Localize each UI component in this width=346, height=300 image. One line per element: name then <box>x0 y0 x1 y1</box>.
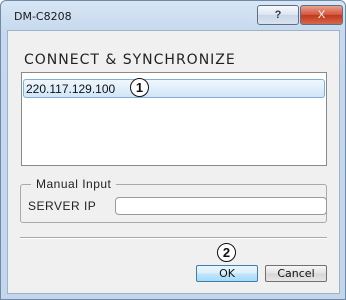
manual-input-legend: Manual Input <box>31 177 117 191</box>
ok-button[interactable]: OK <box>196 265 258 282</box>
server-ip-label: SERVER IP <box>28 199 97 213</box>
list-item-label: 220.117.129.100 <box>26 82 116 96</box>
server-listbox[interactable]: 220.117.129.100 <box>21 72 327 166</box>
cancel-button-label: Cancel <box>277 267 315 280</box>
window-title: DM-C8208 <box>14 10 72 23</box>
help-button[interactable]: ? <box>257 5 299 25</box>
list-item[interactable]: 220.117.129.100 <box>23 79 325 98</box>
ok-button-label: OK <box>219 267 235 280</box>
callout-marker-1: 1 <box>130 78 149 97</box>
close-icon: X <box>317 9 326 21</box>
connect-heading: CONNECT & SYNCHRONIZE <box>24 52 236 68</box>
separator-line <box>20 237 327 239</box>
callout-marker-2: 2 <box>217 243 236 262</box>
server-ip-input[interactable] <box>115 197 327 215</box>
question-mark-icon: ? <box>274 9 282 21</box>
title-bar: DM-C8208 ? X <box>1 1 345 31</box>
close-button[interactable]: X <box>300 5 343 25</box>
cancel-button[interactable]: Cancel <box>265 265 327 282</box>
